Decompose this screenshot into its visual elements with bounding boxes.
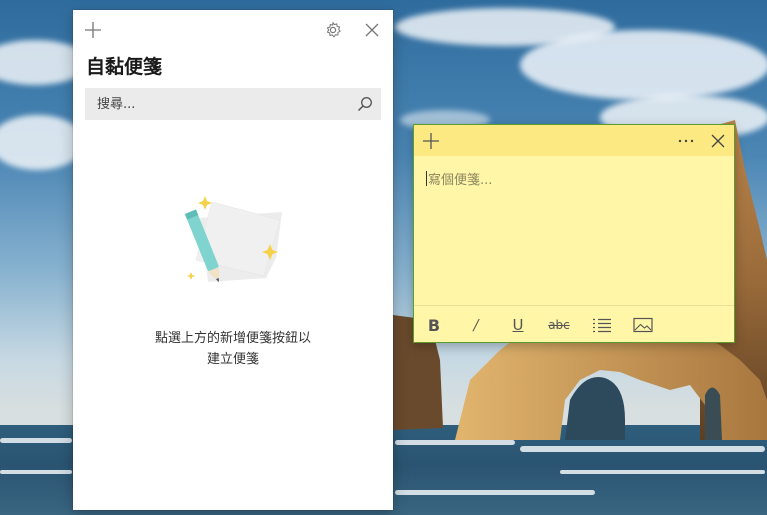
close-button[interactable] — [360, 18, 384, 42]
empty-message-line: 點選上方的新增便箋按鈕以 — [154, 331, 311, 346]
wave-foam — [0, 438, 72, 443]
wave-foam — [560, 470, 765, 474]
note-placeholder: 寫個便箋... — [428, 173, 493, 188]
new-note-button[interactable] — [81, 18, 105, 42]
strikethrough-button[interactable]: abc — [541, 314, 577, 336]
note-header — [414, 125, 734, 156]
sticky-notes-list-window: 自黏便箋 點選上方的新增便箋按鈕以 建立便箋 — [73, 10, 393, 510]
page-title: 自黏便箋 — [86, 56, 163, 78]
close-icon — [711, 134, 725, 148]
search-icon — [357, 97, 372, 112]
underline-button[interactable]: U — [503, 314, 533, 336]
more-icon — [678, 139, 694, 143]
more-options-button[interactable] — [674, 129, 698, 153]
search-box — [85, 88, 381, 120]
sticky-note-window: 寫個便箋... B / U abc — [413, 124, 735, 343]
wave-foam — [520, 446, 765, 452]
bold-button[interactable]: B — [419, 314, 449, 336]
gear-icon — [326, 22, 341, 38]
plus-icon — [423, 133, 439, 149]
search-button[interactable] — [355, 94, 375, 114]
wave-foam — [395, 490, 595, 495]
new-note-button[interactable] — [419, 129, 443, 153]
close-note-button[interactable] — [706, 129, 730, 153]
plus-icon — [85, 22, 101, 38]
wave-foam — [395, 440, 515, 445]
bullet-list-button[interactable] — [587, 314, 617, 336]
image-icon — [633, 317, 653, 333]
empty-notes-illustration — [184, 196, 282, 283]
search-input[interactable] — [85, 89, 335, 119]
bullet-list-icon — [593, 318, 611, 333]
list-titlebar — [73, 10, 393, 50]
formatting-toolbar: B / U abc — [414, 305, 734, 343]
italic-button[interactable]: / — [461, 314, 491, 336]
settings-button[interactable] — [321, 18, 345, 42]
note-text-area[interactable]: 寫個便箋... — [426, 169, 722, 289]
text-caret — [426, 171, 427, 186]
empty-message-line: 建立便箋 — [206, 352, 259, 367]
insert-image-button[interactable] — [628, 314, 658, 336]
empty-state-message: 點選上方的新增便箋按鈕以 建立便箋 — [73, 328, 393, 370]
wave-foam — [0, 470, 72, 474]
close-icon — [365, 23, 379, 37]
